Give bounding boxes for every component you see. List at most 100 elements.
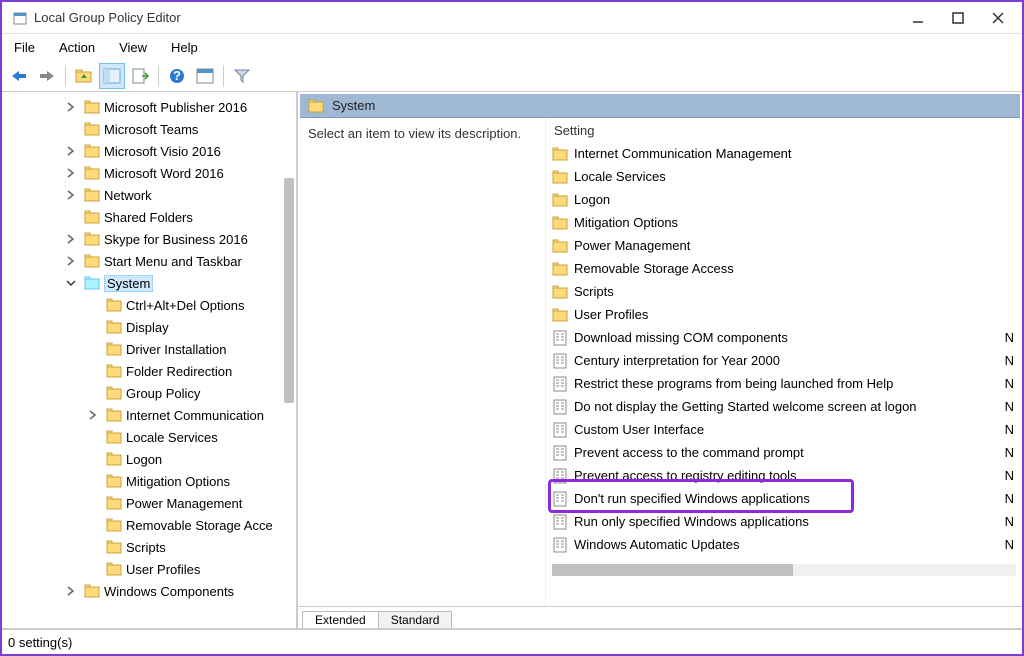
- filter-options-button[interactable]: [192, 63, 218, 89]
- tree-item[interactable]: Microsoft Visio 2016: [2, 140, 296, 162]
- tree-item[interactable]: Scripts: [2, 536, 296, 558]
- show-hide-tree-button[interactable]: [99, 63, 125, 89]
- tree-item[interactable]: Microsoft Teams: [2, 118, 296, 140]
- tree-item[interactable]: Locale Services: [2, 426, 296, 448]
- setting-policy[interactable]: Windows Automatic UpdatesN: [552, 533, 1022, 556]
- setting-policy[interactable]: Prevent access to registry editing tools…: [552, 464, 1022, 487]
- tree-item[interactable]: Internet Communication: [2, 404, 296, 426]
- setting-folder[interactable]: User Profiles: [552, 303, 1022, 326]
- maximize-button[interactable]: [938, 4, 978, 32]
- chevron-right-icon[interactable]: [64, 254, 78, 268]
- setting-policy[interactable]: Restrict these programs from being launc…: [552, 372, 1022, 395]
- tree-item[interactable]: Logon: [2, 448, 296, 470]
- setting-policy[interactable]: Do not display the Getting Started welco…: [552, 395, 1022, 418]
- expander-placeholder: [86, 386, 100, 400]
- tree-item[interactable]: Windows Components: [2, 580, 296, 602]
- setting-policy[interactable]: Century interpretation for Year 2000N: [552, 349, 1022, 372]
- expander-placeholder: [86, 562, 100, 576]
- menu-help[interactable]: Help: [163, 38, 206, 57]
- setting-name: Restrict these programs from being launc…: [574, 376, 893, 391]
- setting-folder[interactable]: Internet Communication Management: [552, 142, 1022, 165]
- tree-item[interactable]: Mitigation Options: [2, 470, 296, 492]
- up-folder-button[interactable]: [71, 63, 97, 89]
- tree-item[interactable]: Network: [2, 184, 296, 206]
- list-scrollbar-horizontal[interactable]: [552, 564, 1016, 576]
- tree-item-label: Microsoft Teams: [104, 122, 198, 137]
- tree-item[interactable]: Microsoft Publisher 2016: [2, 96, 296, 118]
- setting-policy[interactable]: Run only specified Windows applicationsN: [552, 510, 1022, 533]
- setting-folder[interactable]: Mitigation Options: [552, 211, 1022, 234]
- chevron-down-icon[interactable]: [64, 276, 78, 290]
- setting-policy[interactable]: Custom User InterfaceN: [552, 418, 1022, 441]
- forward-button[interactable]: [34, 63, 60, 89]
- tree-scrollbar[interactable]: [284, 178, 294, 403]
- folder-icon: [308, 99, 324, 113]
- chevron-right-icon[interactable]: [64, 100, 78, 114]
- view-tabs: Extended Standard: [298, 606, 1022, 628]
- tree-item-label: Folder Redirection: [126, 364, 232, 379]
- chevron-right-icon[interactable]: [64, 232, 78, 246]
- setting-state: N: [1005, 445, 1014, 460]
- setting-folder[interactable]: Power Management: [552, 234, 1022, 257]
- chevron-right-icon[interactable]: [64, 144, 78, 158]
- setting-policy[interactable]: Don't run specified Windows applications…: [552, 487, 1022, 510]
- tree-item[interactable]: Folder Redirection: [2, 360, 296, 382]
- minimize-button[interactable]: [898, 4, 938, 32]
- tree-item[interactable]: System: [2, 272, 296, 294]
- tab-standard[interactable]: Standard: [378, 611, 453, 628]
- export-list-button[interactable]: [127, 63, 153, 89]
- close-button[interactable]: [978, 4, 1018, 32]
- setting-folder[interactable]: Removable Storage Access: [552, 257, 1022, 280]
- tree-item[interactable]: Start Menu and Taskbar: [2, 250, 296, 272]
- tree-item[interactable]: Skype for Business 2016: [2, 228, 296, 250]
- tree-item[interactable]: Group Policy: [2, 382, 296, 404]
- chevron-right-icon[interactable]: [64, 584, 78, 598]
- setting-folder[interactable]: Scripts: [552, 280, 1022, 303]
- menu-action[interactable]: Action: [51, 38, 103, 57]
- tree-item[interactable]: Ctrl+Alt+Del Options: [2, 294, 296, 316]
- tree-item-label: Start Menu and Taskbar: [104, 254, 242, 269]
- menu-view[interactable]: View: [111, 38, 155, 57]
- tree-item[interactable]: Display: [2, 316, 296, 338]
- setting-policy[interactable]: Download missing COM componentsN: [552, 326, 1022, 349]
- tree-item[interactable]: Removable Storage Acce: [2, 514, 296, 536]
- help-button[interactable]: ?: [164, 63, 190, 89]
- expander-placeholder: [86, 452, 100, 466]
- expander-placeholder: [86, 342, 100, 356]
- chevron-right-icon[interactable]: [64, 166, 78, 180]
- description-text: Select an item to view its description.: [308, 126, 535, 141]
- status-bar: 0 setting(s): [2, 628, 1022, 654]
- chevron-right-icon[interactable]: [86, 408, 100, 422]
- setting-name: Removable Storage Access: [574, 261, 734, 276]
- expander-placeholder: [86, 430, 100, 444]
- tree-item-label: User Profiles: [126, 562, 200, 577]
- setting-state: N: [1005, 468, 1014, 483]
- tree-item-label: Shared Folders: [104, 210, 193, 225]
- tree-item[interactable]: Power Management: [2, 492, 296, 514]
- chevron-right-icon[interactable]: [64, 188, 78, 202]
- setting-name: Mitigation Options: [574, 215, 678, 230]
- tree-item[interactable]: Shared Folders: [2, 206, 296, 228]
- tree-item[interactable]: Microsoft Word 2016: [2, 162, 296, 184]
- tree-item[interactable]: Driver Installation: [2, 338, 296, 360]
- setting-state: N: [1005, 491, 1014, 506]
- setting-folder[interactable]: Locale Services: [552, 165, 1022, 188]
- back-button[interactable]: [6, 63, 32, 89]
- tree-item-label: Ctrl+Alt+Del Options: [126, 298, 245, 313]
- tree-view[interactable]: Microsoft Publisher 2016 Microsoft Teams M…: [2, 92, 296, 606]
- list-column-header[interactable]: Setting: [546, 118, 1022, 142]
- setting-state: N: [1005, 376, 1014, 391]
- setting-name: Logon: [574, 192, 610, 207]
- setting-folder[interactable]: Logon: [552, 188, 1022, 211]
- app-icon: [12, 10, 28, 26]
- tree-item-label: Scripts: [126, 540, 166, 555]
- tree-item[interactable]: User Profiles: [2, 558, 296, 580]
- expander-placeholder: [64, 122, 78, 136]
- menu-file[interactable]: File: [6, 38, 43, 57]
- setting-name: Scripts: [574, 284, 614, 299]
- setting-name: Power Management: [574, 238, 690, 253]
- setting-name: Don't run specified Windows applications: [574, 491, 810, 506]
- setting-policy[interactable]: Prevent access to the command promptN: [552, 441, 1022, 464]
- tab-extended[interactable]: Extended: [302, 611, 379, 628]
- filter-button[interactable]: [229, 63, 255, 89]
